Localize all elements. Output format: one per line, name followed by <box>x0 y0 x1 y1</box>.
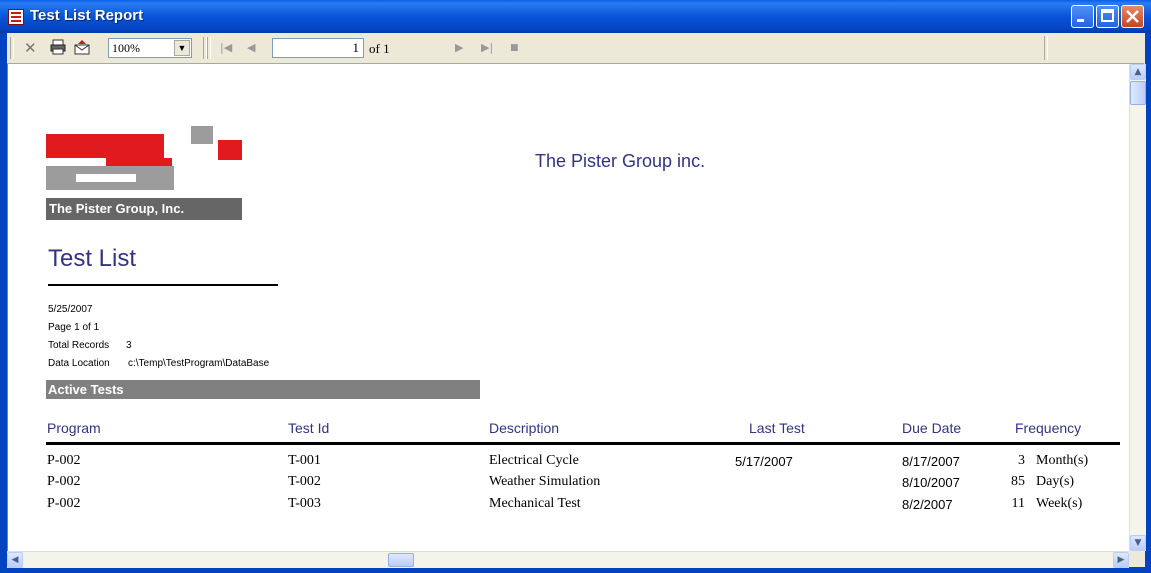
cell-description: Weather Simulation <box>489 474 601 489</box>
cell-due-date: 8/2/2007 <box>902 497 953 512</box>
window-frame-left <box>0 33 7 573</box>
cell-frequency-unit: Week(s) <box>1036 496 1083 511</box>
scroll-left-icon[interactable]: ◀ <box>7 552 23 568</box>
header-divider <box>46 442 1120 445</box>
report-date: 5/25/2007 <box>48 304 93 315</box>
app-report-icon <box>8 9 24 25</box>
minimize-icon <box>1077 19 1084 22</box>
export-icon[interactable] <box>74 39 90 59</box>
print-icon[interactable] <box>50 39 66 59</box>
cell-frequency-unit: Month(s) <box>1036 453 1089 468</box>
minimize-button[interactable] <box>1071 5 1094 28</box>
report-toolbar: ✕ 100% ▼ |◀ ◀ 1 of 1 ▶ ▶| ■ <box>7 33 1144 64</box>
zoom-value: 100% <box>112 41 140 55</box>
cell-test-id: T-001 <box>288 453 321 468</box>
close-window-button[interactable] <box>1121 5 1144 28</box>
cell-program: P-002 <box>47 474 81 489</box>
column-header-last-test: Last Test <box>749 420 805 436</box>
report-title: Test List <box>48 245 137 272</box>
scroll-down-icon[interactable]: ▼ <box>1130 535 1146 551</box>
cell-test-id: T-003 <box>288 496 321 511</box>
horizontal-scrollbar[interactable]: ◀ ▶ <box>7 551 1129 568</box>
total-records-label: Total Records <box>48 340 110 351</box>
previous-page-icon[interactable]: ◀ <box>247 39 255 57</box>
cell-frequency-unit: Day(s) <box>1036 474 1075 489</box>
window-title: Test List Report <box>30 7 144 24</box>
toolbar-separator <box>1044 36 1048 60</box>
column-header-program: Program <box>47 420 101 436</box>
column-header-due-date: Due Date <box>902 420 962 436</box>
column-header-frequency: Frequency <box>1015 420 1082 436</box>
zoom-select[interactable]: 100% ▼ <box>108 38 192 58</box>
first-page-icon[interactable]: |◀ <box>220 39 232 57</box>
page-count-label: of 1 <box>369 41 390 56</box>
data-location-label: Data Location <box>48 358 110 369</box>
cell-program: P-002 <box>47 496 81 511</box>
report-window: Test List Report ✕ 100% ▼ |◀ ◀ 1 of 1 ▶ … <box>0 0 1151 573</box>
cell-test-id: T-002 <box>288 474 321 489</box>
total-records-value: 3 <box>126 340 132 351</box>
scroll-right-icon[interactable]: ▶ <box>1113 552 1129 568</box>
cell-program: P-002 <box>47 453 81 468</box>
title-divider <box>48 284 278 286</box>
vertical-scroll-thumb[interactable] <box>1130 81 1146 105</box>
cell-frequency-number: 3 <box>1018 453 1025 468</box>
scroll-up-icon[interactable]: ▲ <box>1130 64 1146 80</box>
company-logo: The Pister Group, Inc. <box>46 126 242 224</box>
maximize-button[interactable] <box>1096 5 1119 28</box>
cell-due-date: 8/17/2007 <box>902 454 960 469</box>
cell-description: Electrical Cycle <box>489 453 579 468</box>
report-page[interactable]: The Pister Group, Inc. The Pister Group … <box>7 64 1130 551</box>
company-name: The Pister Group inc. <box>535 151 706 171</box>
last-page-icon[interactable]: ▶| <box>481 39 493 57</box>
cell-last-test: 5/17/2007 <box>735 454 793 469</box>
page-info: Page 1 of 1 <box>48 322 100 333</box>
page-number-input[interactable]: 1 <box>272 38 364 58</box>
cell-frequency-number: 85 <box>1011 474 1025 489</box>
column-header-test-id: Test Id <box>288 420 330 436</box>
section-header: Active Tests <box>46 380 480 399</box>
chevron-down-icon[interactable]: ▼ <box>174 40 190 56</box>
vertical-scrollbar[interactable]: ▲ ▼ <box>1129 64 1146 551</box>
data-location-value: c:\Temp\TestProgram\DataBase <box>128 358 270 369</box>
resize-grip[interactable] <box>1129 551 1145 567</box>
cell-description: Mechanical Test <box>489 496 581 511</box>
title-bar[interactable]: Test List Report <box>0 0 1151 33</box>
close-report-icon[interactable]: ✕ <box>24 39 37 57</box>
cell-due-date: 8/10/2007 <box>902 475 960 490</box>
stop-icon[interactable]: ■ <box>510 39 519 57</box>
next-page-icon[interactable]: ▶ <box>455 39 463 57</box>
cell-frequency-number: 11 <box>1011 496 1025 511</box>
maximize-icon <box>1101 9 1114 22</box>
column-header-description: Description <box>489 420 560 436</box>
toolbar-separator <box>207 37 211 59</box>
close-icon <box>1126 10 1139 23</box>
horizontal-scroll-thumb[interactable] <box>388 553 414 567</box>
logo-caption: The Pister Group, Inc. <box>46 198 242 220</box>
toolbar-separator <box>10 37 14 59</box>
